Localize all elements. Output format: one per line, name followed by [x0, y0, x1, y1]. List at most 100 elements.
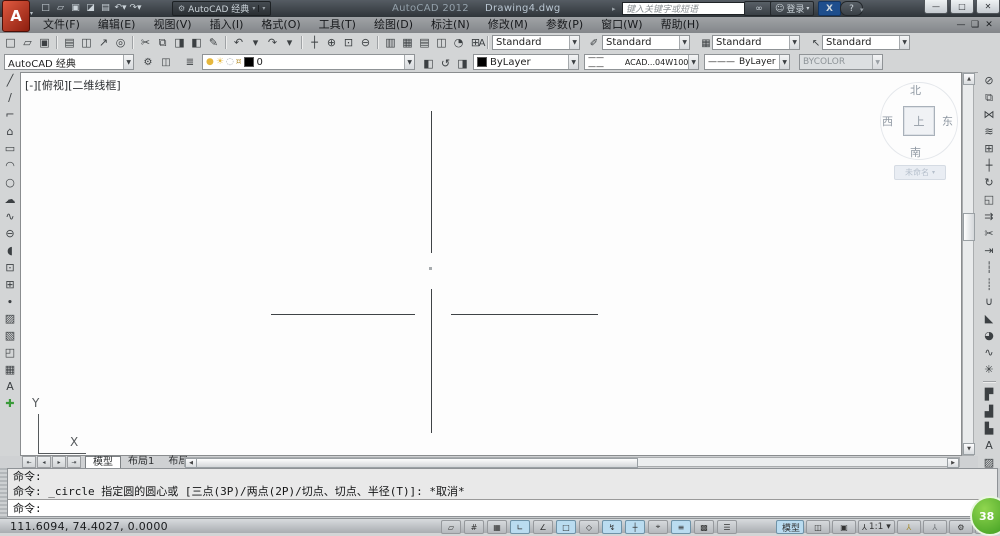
grid-display-toggle[interactable]: ▦ — [487, 520, 507, 534]
arc-icon[interactable]: ◠ — [1, 157, 19, 174]
plot-icon[interactable]: ▤ — [98, 1, 113, 15]
menu-parametric[interactable]: 参数(P) — [537, 17, 592, 33]
sign-in-button[interactable]: ☺ 登录 ▾ — [770, 1, 814, 16]
workspace-settings-gear-icon[interactable]: ⚙ — [140, 54, 156, 70]
first-tab-button[interactable]: ⇤ — [22, 456, 36, 468]
chevron-down-icon[interactable]: ▼ — [679, 36, 689, 49]
last-tab-button[interactable]: ⇥ — [67, 456, 81, 468]
command-input-line[interactable]: 命令: — [8, 499, 997, 516]
layer-previous-icon[interactable]: ↺ — [437, 55, 454, 71]
chevron-down-icon[interactable]: ▼ — [568, 55, 578, 69]
send-to-back-icon[interactable]: ▟ — [980, 403, 998, 420]
search-expand-icon[interactable]: ▸ — [612, 5, 616, 13]
viewcube-west-label[interactable]: 西 — [882, 113, 893, 129]
prev-tab-button[interactable]: ◂ — [37, 456, 51, 468]
hatch-icon[interactable]: ▨ — [1, 310, 19, 327]
3d-object-snap-toggle[interactable]: ◇ — [579, 520, 599, 534]
menu-tools[interactable]: 工具(T) — [310, 17, 365, 33]
mirror-icon[interactable]: ⋈ — [980, 106, 998, 123]
menu-format[interactable]: 格式(O) — [252, 17, 309, 33]
polygon-icon[interactable]: ⌂ — [1, 123, 19, 140]
new-file-icon[interactable]: □ — [38, 1, 53, 15]
tab-layout1[interactable]: 布局1 — [121, 456, 161, 468]
rectangle-icon[interactable]: ▭ — [1, 140, 19, 157]
std-markup-set-manager-icon[interactable]: ◔ — [450, 35, 467, 51]
next-tab-button[interactable]: ▸ — [52, 456, 66, 468]
layer-states-icon[interactable]: ◨ — [454, 55, 471, 71]
named-view-dropdown[interactable]: 未命名 ▾ — [894, 165, 946, 180]
point-icon[interactable]: ∙ — [1, 293, 19, 310]
menu-window[interactable]: 窗口(W) — [592, 17, 651, 33]
dynamic-ucs-toggle[interactable]: ┼ — [625, 520, 645, 534]
dim-style-combo[interactable]: Standard▼ — [602, 35, 690, 50]
std-new-icon[interactable]: □ — [2, 35, 19, 51]
copy-icon[interactable]: ⧉ — [980, 89, 998, 106]
table-icon[interactable]: ▦ — [1, 361, 19, 378]
layer-combo[interactable]: ● ☀ ◌ ¤ 0 ▼ — [202, 54, 415, 70]
model-space-button[interactable]: 模型 — [776, 520, 804, 534]
snap-mode-toggle[interactable]: # — [464, 520, 484, 534]
text-style-combo[interactable]: Standard▼ — [492, 35, 580, 50]
application-menu-button[interactable]: A — [2, 0, 30, 32]
layer-properties-manager-icon[interactable]: ≣ — [182, 54, 198, 70]
menu-help[interactable]: 帮助(H) — [652, 17, 709, 33]
quick-access-menu-icon[interactable]: ▾ — [258, 5, 265, 12]
std-cut-icon[interactable]: ✂ — [137, 35, 154, 51]
std-3ddwf-icon[interactable]: ◎ — [112, 35, 129, 51]
ellipse-arc-icon[interactable]: ◖ — [1, 242, 19, 259]
minimize-button[interactable]: — — [924, 0, 948, 14]
doc-minimize-button[interactable]: — — [954, 18, 968, 31]
ellipse-icon[interactable]: ⊖ — [1, 225, 19, 242]
std-redo-icon[interactable]: ↷ — [264, 35, 281, 51]
erase-icon[interactable]: ⊘ — [980, 72, 998, 89]
chevron-down-icon[interactable]: ▼ — [404, 55, 414, 69]
std-match-properties-icon[interactable]: ✎ — [205, 35, 222, 51]
scroll-down-button[interactable]: ▼ — [963, 443, 975, 455]
gradient-icon[interactable]: ▧ — [1, 327, 19, 344]
chevron-down-icon[interactable]: ▼ — [789, 36, 799, 49]
workspace-dropdown[interactable]: ⚙ AutoCAD 经典 ▾ ▾ — [172, 1, 271, 16]
std-plot-icon[interactable]: ▤ — [61, 35, 78, 51]
drawing-canvas[interactable]: [-][俯视][二维线框] 北 西 东 南 上 未命名 ▾ Y X — [20, 72, 962, 456]
chevron-down-icon[interactable]: ▼ — [688, 55, 698, 69]
insert-block-icon[interactable]: ⊡ — [1, 259, 19, 276]
revision-cloud-icon[interactable]: ☁ — [1, 191, 19, 208]
open-file-icon[interactable]: ▱ — [53, 1, 68, 15]
std-zoom-window-icon[interactable]: ⊡ — [340, 35, 357, 51]
annotation-scale-button[interactable]: ⅄1:1 ▾ — [858, 520, 895, 534]
restore-button[interactable]: □ — [950, 0, 974, 14]
std-undo-list-icon[interactable]: ▾ — [247, 35, 264, 51]
command-text-area[interactable]: 命令:命令: _circle 指定圆的圆心或 [三点(3P)/两点(2P)/切点… — [7, 468, 998, 517]
std-zoom-realtime-icon[interactable]: ⊕ — [323, 35, 340, 51]
mleader-style-combo[interactable]: Standard▼ — [822, 35, 910, 50]
viewport-controls[interactable]: [-][俯视][二维线框] — [25, 77, 121, 93]
construction-line-icon[interactable]: ∕ — [1, 89, 19, 106]
auto-annotation-scale-button[interactable]: ⅄ — [923, 520, 947, 534]
std-undo-icon[interactable]: ↶ — [230, 35, 247, 51]
send-under-objects-icon[interactable]: ▙ — [980, 420, 998, 437]
my-workspace-icon[interactable]: ◫ — [158, 54, 174, 70]
doc-close-button[interactable]: ✕ — [982, 18, 996, 31]
lineweight-control-combo[interactable]: ——— ByLayer ▼ — [704, 54, 790, 70]
layer-viewport-freeze-icon[interactable]: ◌ — [226, 57, 234, 67]
circle-icon[interactable]: ○ — [1, 174, 19, 191]
line-icon[interactable]: ╱ — [1, 72, 19, 89]
chevron-down-icon[interactable]: ▼ — [899, 36, 909, 49]
scale-icon[interactable]: ◱ — [980, 191, 998, 208]
workspaces-combo[interactable]: AutoCAD 经典▼ — [4, 54, 134, 70]
vertical-scroll-thumb[interactable] — [963, 213, 975, 241]
bring-to-front-icon[interactable]: ▛ — [980, 386, 998, 403]
command-window-grip[interactable] — [0, 468, 7, 518]
dynamic-input-toggle[interactable]: ⌖ — [648, 520, 668, 534]
polyline-icon[interactable]: ⌐ — [1, 106, 19, 123]
blend-curves-icon[interactable]: ∿ — [980, 344, 998, 361]
scroll-right-button[interactable]: ▶ — [947, 458, 959, 468]
redo-icon[interactable]: ↷▾ — [128, 1, 143, 15]
infer-constraints-toggle[interactable]: ▱ — [441, 520, 461, 534]
std-redo-list-icon[interactable]: ▾ — [281, 35, 298, 51]
std-properties-icon[interactable]: ▥ — [382, 35, 399, 51]
menu-view[interactable]: 视图(V) — [144, 17, 200, 33]
quick-view-drawings-button[interactable]: ▣ — [832, 520, 856, 534]
menu-edit[interactable]: 编辑(E) — [89, 17, 145, 33]
explode-icon[interactable]: ✳ — [980, 361, 998, 378]
